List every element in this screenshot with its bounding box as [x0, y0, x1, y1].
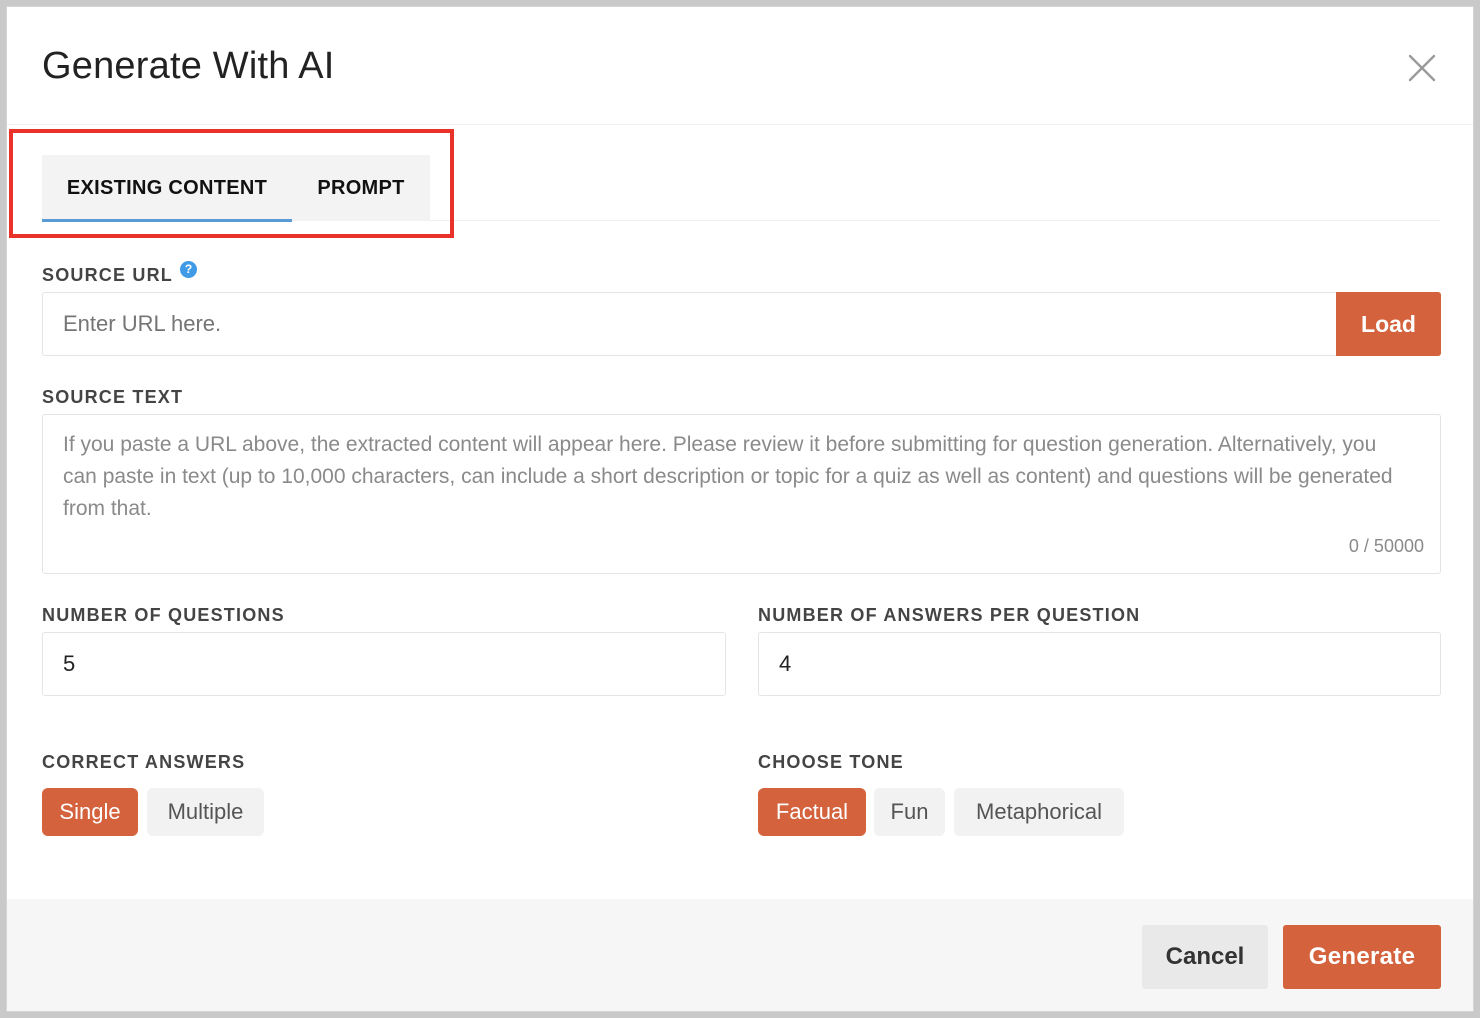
close-button[interactable]: [1405, 51, 1439, 85]
content-source-tabs: EXISTING CONTENT PROMPT: [42, 155, 1440, 222]
source-text-label: SOURCE TEXT: [42, 387, 184, 407]
choose-tone-label: CHOOSE TONE: [758, 752, 904, 772]
cancel-button[interactable]: Cancel: [1142, 925, 1268, 989]
modal-title: Generate With AI: [42, 45, 335, 87]
number-of-questions-label: NUMBER OF QUESTIONS: [42, 605, 285, 625]
source-url-label: SOURCE URL: [42, 265, 174, 285]
load-button[interactable]: Load: [1336, 292, 1441, 356]
modal-header: Generate With AI: [7, 7, 1473, 125]
tone-factual-button[interactable]: Factual: [758, 788, 866, 836]
help-icon[interactable]: ?: [180, 261, 197, 278]
correct-answers-label: CORRECT ANSWERS: [42, 752, 246, 772]
tone-metaphorical-button[interactable]: Metaphorical: [954, 788, 1124, 836]
answers-per-question-input[interactable]: 4: [758, 632, 1441, 696]
correct-answers-single-button[interactable]: Single: [42, 788, 138, 836]
tab-bar: EXISTING CONTENT PROMPT: [42, 155, 430, 222]
answers-per-question-label: NUMBER OF ANSWERS PER QUESTION: [758, 605, 1141, 625]
generate-ai-modal: Generate With AI EXISTING CONTENT PROMPT…: [6, 6, 1474, 1012]
source-text-placeholder: If you paste a URL above, the extracted …: [63, 433, 1393, 520]
tab-prompt[interactable]: PROMPT: [292, 155, 430, 221]
tone-fun-button[interactable]: Fun: [874, 788, 945, 836]
source-url-input[interactable]: [42, 292, 1337, 356]
character-count: 0 / 50000: [1348, 536, 1424, 556]
source-text-area[interactable]: If you paste a URL above, the extracted …: [42, 414, 1441, 574]
tab-existing-content[interactable]: EXISTING CONTENT: [42, 155, 292, 222]
close-icon: [1408, 54, 1436, 82]
number-of-questions-input[interactable]: 5: [42, 632, 726, 696]
correct-answers-multiple-button[interactable]: Multiple: [147, 788, 264, 836]
generate-button[interactable]: Generate: [1283, 925, 1441, 989]
